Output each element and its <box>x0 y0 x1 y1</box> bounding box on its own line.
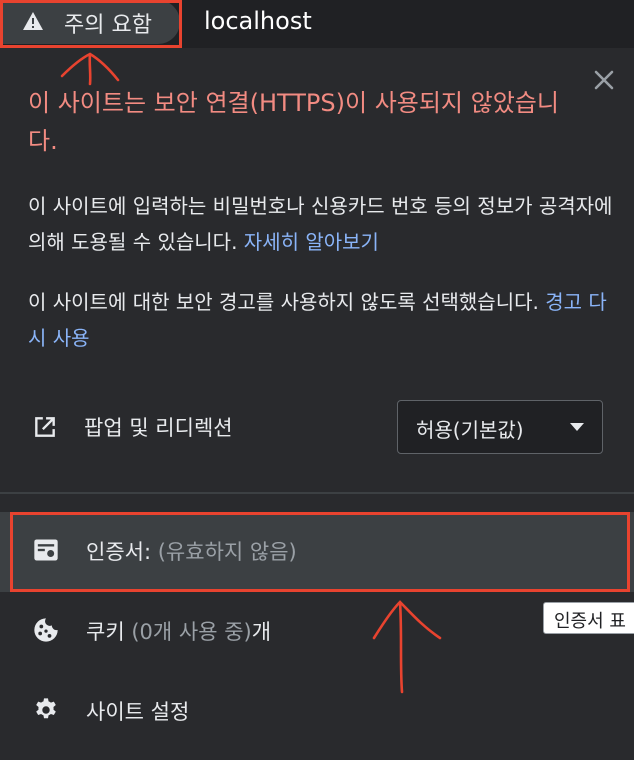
cookies-label: 쿠키 <box>86 620 125 644</box>
certificate-icon <box>34 539 58 561</box>
certificate-status: (유효하지 않음) <box>157 540 297 564</box>
certificate-tooltip: 인증서 표 <box>543 602 634 634</box>
gear-icon <box>36 698 56 719</box>
security-chip[interactable]: 주의 요함 <box>0 0 180 44</box>
certificate-label-text: 인증서: <box>86 540 152 564</box>
open-in-new-icon <box>35 417 55 437</box>
chevron-down-icon <box>570 423 584 431</box>
certificate-label: 인증서: (유효하지 않음) <box>86 536 297 566</box>
address-bar: 주의 요함 localhost <box>0 0 634 49</box>
popups-permission-label: 팝업 및 리디렉션 <box>84 416 233 440</box>
cookies-suffix: 개 <box>251 620 272 644</box>
site-settings-link[interactable]: 사이트 설정 <box>86 696 189 726</box>
insecure-connection-title: 이 사이트는 보안 연결(HTTPS)이 사용되지 않았습니다. <box>28 89 559 155</box>
warning-icon <box>23 12 43 30</box>
warning-paragraph: 이 사이트에 입력하는 비밀번호나 신용카드 번호 등의 정보가 공격자에 의해… <box>28 188 618 260</box>
learn-more-link[interactable]: 자세히 알아보기 <box>244 230 379 254</box>
disabled-warning-text: 이 사이트에 대한 보안 경고를 사용하지 않도록 선택했습니다. <box>28 290 539 314</box>
cookies-count: (0개 사용 중) <box>131 620 252 644</box>
close-icon[interactable] <box>590 66 618 94</box>
cookie-icon <box>34 618 58 642</box>
security-chip-label: 주의 요함 <box>64 13 152 38</box>
disabled-warning-paragraph: 이 사이트에 대한 보안 경고를 사용하지 않도록 선택했습니다. 경고 다시 … <box>28 284 618 356</box>
divider <box>0 492 634 494</box>
popups-permission-select[interactable]: 허용(기본값) <box>397 400 603 454</box>
cookies-row[interactable]: 쿠키 (0개 사용 중)개 <box>86 616 271 646</box>
host-text[interactable]: localhost <box>204 7 312 35</box>
popups-permission-value: 허용(기본값) <box>416 418 524 442</box>
